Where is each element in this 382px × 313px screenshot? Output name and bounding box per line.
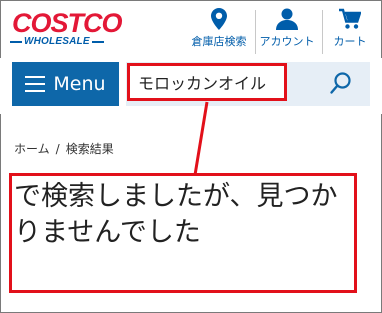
breadcrumb: ホーム / 検索結果 bbox=[14, 140, 114, 157]
breadcrumb-current: 検索結果 bbox=[65, 142, 114, 156]
no-results-message: で検索しましたが、見つかりませんでした bbox=[14, 181, 338, 248]
breadcrumb-home[interactable]: ホーム bbox=[14, 142, 50, 156]
breadcrumb-separator: / bbox=[55, 142, 60, 156]
